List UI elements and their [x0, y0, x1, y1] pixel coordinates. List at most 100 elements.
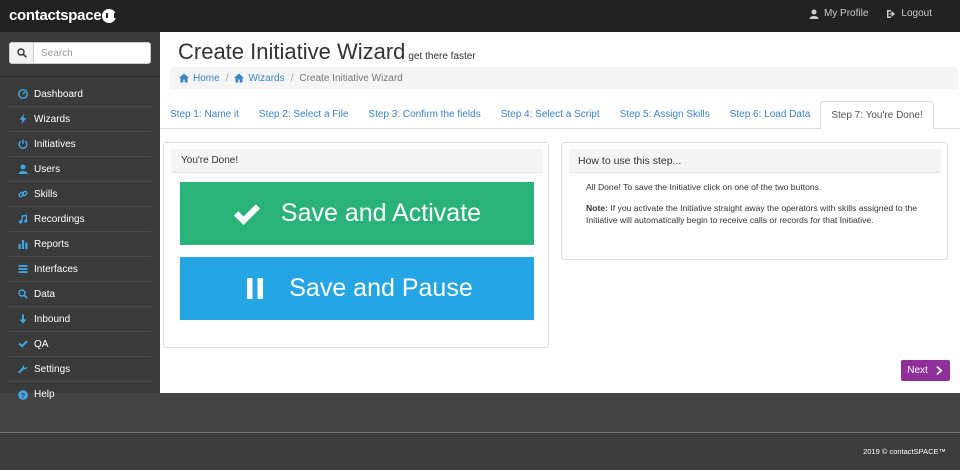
sidebar: Dashboard Wizards Initiatives Users Skil… — [0, 32, 160, 400]
logout-label: Logout — [901, 8, 932, 19]
main-content: Create Initiative Wizard get there faster… — [160, 32, 960, 393]
logo-text: contactspace — [9, 7, 102, 24]
breadcrumb-separator: / — [290, 72, 294, 84]
my-profile-link[interactable]: My Profile — [809, 8, 868, 19]
search-input[interactable] — [34, 43, 144, 63]
tab-step-4[interactable]: Step 4: Select a Script — [491, 101, 610, 129]
breadcrumb-home[interactable]: Home — [179, 73, 220, 84]
search-icon — [16, 48, 27, 58]
sidebar-item-label: Recordings — [34, 213, 85, 225]
save-and-pause-button[interactable]: Save and Pause — [180, 257, 534, 320]
svg-text:?: ? — [21, 391, 26, 400]
sidebar-item-label: Initiatives — [34, 138, 76, 150]
next-button[interactable]: Next — [901, 360, 950, 381]
bolt-icon — [19, 114, 27, 124]
wizard-steps-tabs: Step 1: Name it Step 2: Select a File St… — [160, 101, 960, 130]
breadcrumb-wizards-label: Wizards — [248, 72, 285, 84]
page-title: Create Initiative Wizard get there faster — [178, 39, 476, 65]
top-nav-links: My Profile Logout — [809, 8, 932, 19]
sidebar-item-initiatives[interactable]: Initiatives — [9, 132, 151, 157]
home-icon — [234, 73, 245, 83]
search-button[interactable] — [10, 43, 34, 63]
link-icon — [18, 190, 28, 198]
done-panel-heading: You're Done! — [171, 149, 543, 173]
sidebar-item-settings[interactable]: Settings — [9, 357, 151, 382]
sidebar-item-label: Settings — [34, 363, 71, 375]
footer: 2019 © contactSPACE™ — [0, 432, 960, 470]
home-icon — [179, 73, 189, 83]
my-profile-label: My Profile — [823, 8, 869, 19]
tab-step-1[interactable]: Step 1: Name it — [160, 101, 249, 129]
save-and-activate-label: Save and Activate — [280, 199, 482, 227]
done-panel: You're Done! Save and Activate Save and … — [163, 142, 549, 348]
arrow-down-icon — [19, 314, 27, 324]
sidebar-item-help[interactable]: ? Help — [9, 382, 151, 407]
sidebar-item-label: QA — [34, 338, 49, 350]
logo-bubble-icon — [102, 8, 117, 23]
sidebar-item-dashboard[interactable]: Dashboard — [9, 82, 151, 107]
help-panel-heading: How to use this step... — [569, 149, 941, 173]
next-label: Next — [907, 365, 928, 376]
sidebar-item-reports[interactable]: Reports — [9, 232, 151, 257]
check-icon — [18, 340, 28, 348]
help-panel-body: All Done! To save the Initiative click o… — [586, 181, 926, 235]
logo[interactable]: contactspace — [9, 7, 117, 24]
page-subtitle: get there faster — [408, 51, 476, 62]
sidebar-menu: Dashboard Wizards Initiatives Users Skil… — [9, 82, 151, 407]
sidebar-item-label: Wizards — [34, 113, 71, 125]
sidebar-item-data[interactable]: Data — [9, 282, 151, 307]
sidebar-item-inbound[interactable]: Inbound — [9, 307, 151, 332]
breadcrumb: Home / Wizards / Create Initiative Wizar… — [170, 67, 958, 89]
sidebar-item-label: Data — [34, 288, 56, 300]
sidebar-item-label: Help — [34, 389, 55, 400]
breadcrumb-separator: / — [225, 72, 229, 84]
sidebar-item-interfaces[interactable]: Interfaces — [9, 257, 151, 282]
breadcrumb-wizards[interactable]: Wizards — [234, 72, 285, 84]
sidebar-search — [9, 42, 151, 64]
breadcrumb-current: Create Initiative Wizard — [299, 72, 403, 84]
music-icon — [18, 214, 28, 224]
question-icon: ? — [18, 389, 28, 400]
breadcrumb-home-label: Home — [193, 72, 220, 84]
bar-chart-icon — [18, 240, 28, 249]
sidebar-item-label: Reports — [34, 238, 70, 250]
sidebar-item-qa[interactable]: QA — [9, 332, 151, 357]
save-and-activate-button[interactable]: Save and Activate — [180, 182, 534, 245]
sidebar-item-wizards[interactable]: Wizards — [9, 107, 151, 132]
sidebar-item-label: Inbound — [34, 313, 71, 325]
sidebar-item-recordings[interactable]: Recordings — [9, 207, 151, 232]
check-icon — [233, 203, 260, 225]
user-icon — [18, 164, 28, 174]
list-icon — [18, 265, 28, 273]
help-panel: How to use this step... All Done! To sav… — [561, 142, 948, 260]
footer-copyright: 2019 © contactSPACE™ — [863, 447, 946, 456]
sidebar-divider — [0, 76, 160, 77]
help-note: Note: If you activate the Initiative str… — [586, 202, 926, 227]
sidebar-item-label: Users — [34, 163, 61, 175]
sidebar-item-label: Interfaces — [34, 263, 78, 275]
sidebar-item-users[interactable]: Users — [9, 157, 151, 182]
search-icon — [18, 289, 28, 299]
tab-step-7[interactable]: Step 7: You're Done! — [820, 101, 934, 130]
sidebar-item-label: Skills — [34, 188, 58, 200]
top-navbar: contactspace My Profile Logout — [0, 0, 960, 32]
tab-step-5[interactable]: Step 5: Assign Skills — [610, 101, 720, 129]
save-and-pause-label: Save and Pause — [289, 274, 473, 302]
wrench-icon — [18, 364, 28, 374]
dashboard-icon — [18, 89, 28, 99]
tab-step-6[interactable]: Step 6: Load Data — [720, 101, 821, 129]
power-icon — [18, 139, 28, 149]
logout-link[interactable]: Logout — [886, 8, 932, 19]
logout-icon — [887, 9, 896, 18]
chevron-right-icon — [935, 366, 943, 375]
tab-step-3[interactable]: Step 3: Confirm the fields — [358, 101, 490, 129]
note-label: Note: — [586, 202, 608, 213]
page-title-text: Create Initiative Wizard — [178, 39, 406, 64]
user-icon — [809, 9, 819, 19]
help-text: All Done! To save the Initiative click o… — [586, 182, 822, 192]
sidebar-item-label: Dashboard — [34, 88, 83, 100]
pause-icon — [247, 277, 264, 299]
tab-step-2[interactable]: Step 2: Select a File — [249, 101, 359, 129]
sidebar-item-skills[interactable]: Skills — [9, 182, 151, 207]
note-text: If you activate the Initiative straight … — [586, 202, 918, 226]
